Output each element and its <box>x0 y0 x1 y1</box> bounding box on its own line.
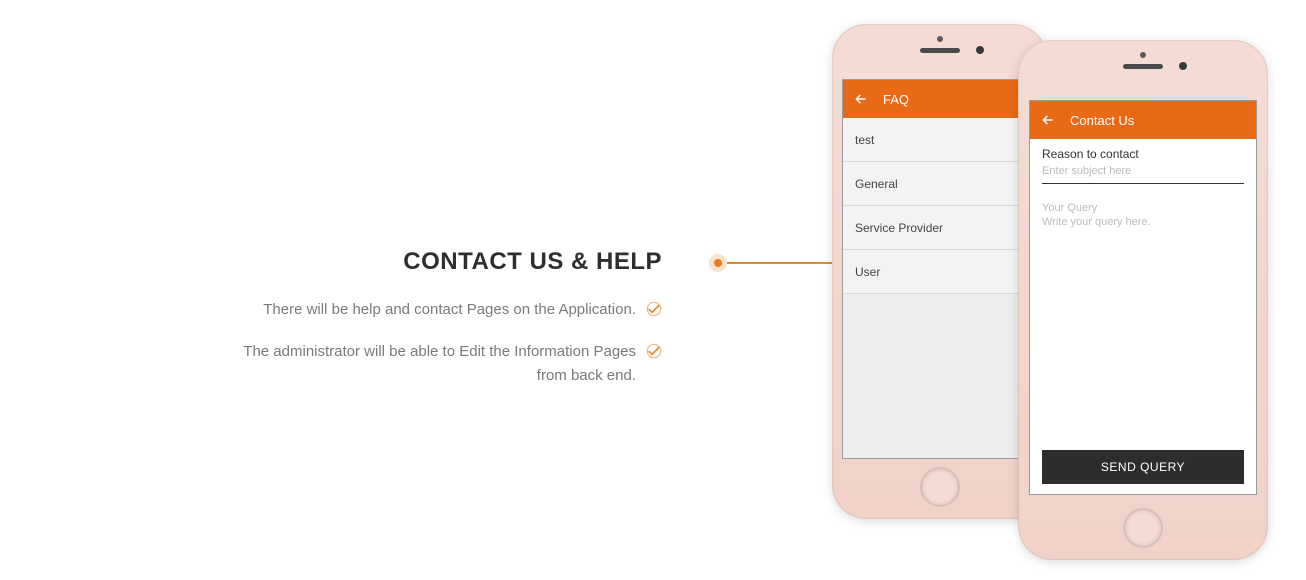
query-label: Your Query <box>1042 202 1244 214</box>
app-header: FAQ <box>843 80 1036 118</box>
bullet-row: There will be help and contact Pages on … <box>0 298 662 322</box>
contact-screen: Contact Us Reason to contact Enter subje… <box>1029 100 1257 495</box>
subject-input[interactable]: Enter subject here <box>1042 163 1244 184</box>
feature-text-block: CONTACT US & HELP There will be help and… <box>0 248 662 406</box>
phone-mockup-contact: Contact Us Reason to contact Enter subje… <box>1018 40 1268 560</box>
phone-camera <box>1179 62 1187 70</box>
back-arrow-icon[interactable] <box>1040 112 1056 128</box>
phone-mockup-faq: FAQ test General Service Provider User <box>832 24 1047 519</box>
phone-sensor <box>937 36 943 42</box>
phone-camera <box>976 46 984 54</box>
faq-list: test General Service Provider User <box>843 118 1036 294</box>
bullet-text: There will be help and contact Pages on … <box>263 298 636 322</box>
faq-item[interactable]: User <box>843 250 1036 294</box>
reason-label: Reason to contact <box>1042 147 1244 161</box>
phone-speaker <box>920 48 960 53</box>
home-button[interactable] <box>920 467 960 507</box>
header-title: FAQ <box>883 92 909 107</box>
header-title: Contact Us <box>1070 113 1134 128</box>
check-icon <box>646 301 662 317</box>
back-arrow-icon[interactable] <box>853 91 869 107</box>
connector-dot <box>709 254 727 272</box>
contact-form: Reason to contact Enter subject here You… <box>1030 139 1256 442</box>
bullet-row: The administrator will be able to Edit t… <box>0 340 662 388</box>
home-button[interactable] <box>1123 508 1163 548</box>
send-query-button[interactable]: SEND QUERY <box>1042 450 1244 484</box>
faq-screen: FAQ test General Service Provider User <box>842 79 1037 459</box>
faq-item[interactable]: test <box>843 118 1036 162</box>
faq-item[interactable]: Service Provider <box>843 206 1036 250</box>
faq-item[interactable]: General <box>843 162 1036 206</box>
section-title: CONTACT US & HELP <box>0 248 662 276</box>
bullet-text: The administrator will be able to Edit t… <box>216 340 636 388</box>
query-textarea[interactable]: Write your query here. <box>1042 216 1244 432</box>
app-header: Contact Us <box>1030 101 1256 139</box>
phone-speaker <box>1123 64 1163 69</box>
phone-sensor <box>1140 52 1146 58</box>
check-icon <box>646 343 662 359</box>
